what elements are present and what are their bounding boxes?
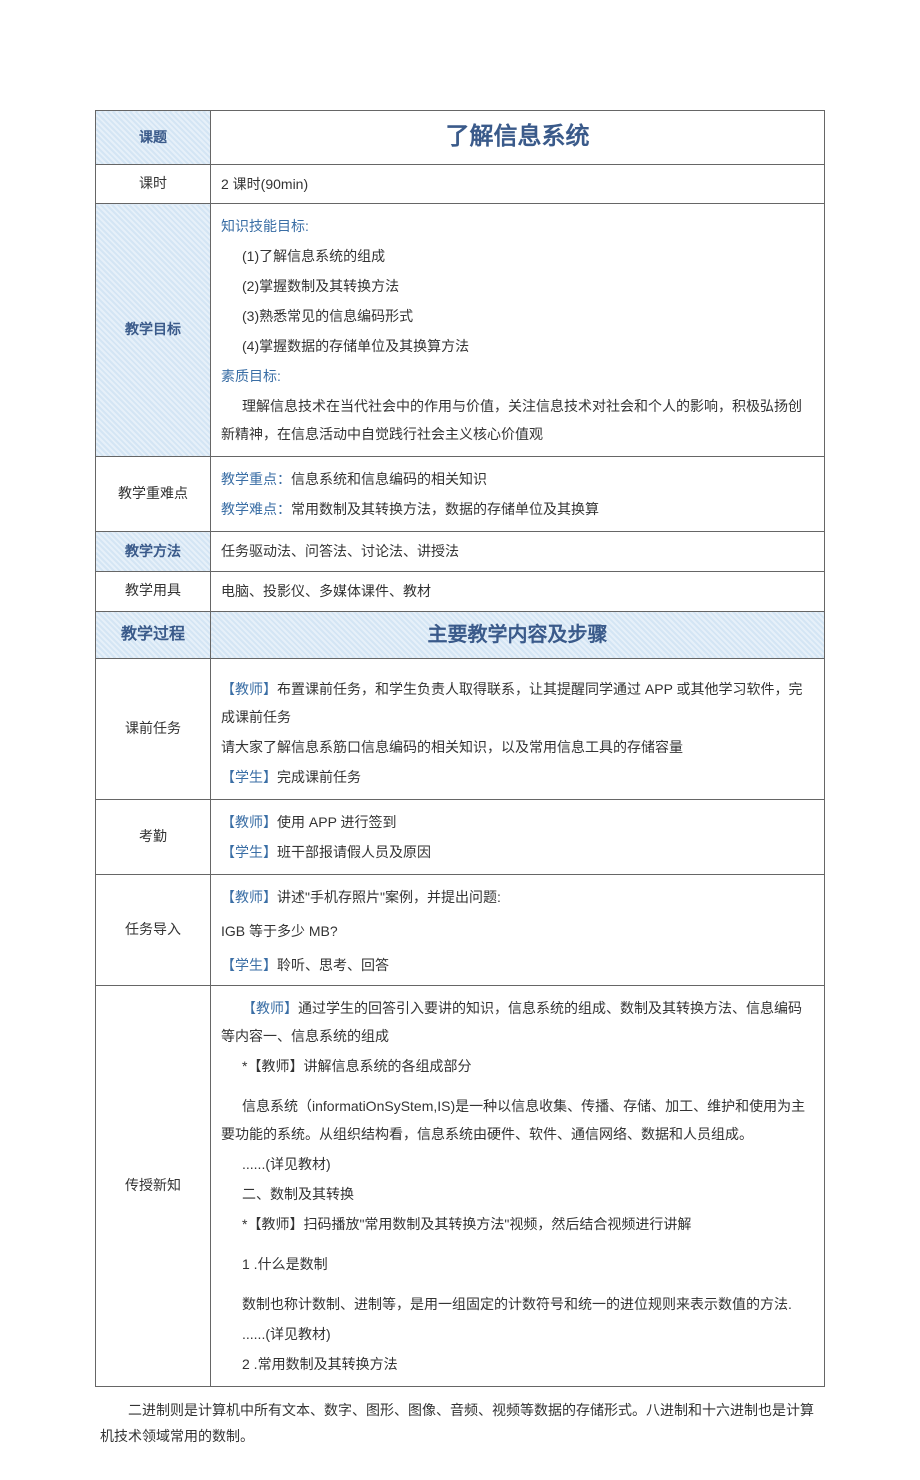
process-header: 主要教学内容及步骤: [211, 611, 825, 658]
intro-s-role: 【学生】: [221, 957, 277, 973]
preclass-t1: 【教师】布置课前任务，和学生负责人取得联系，让其提醒同学通过 APP 或其他学习…: [221, 675, 814, 731]
teach-l3: 信息系统（informatiOnSyStem,IS)是一种以信息收集、传播、存储…: [221, 1092, 814, 1148]
teach-l8: 数制也称计数制、进制等，是用一组固定的计数符号和统一的进位规则来表示数值的方法.: [221, 1290, 814, 1318]
teach-l10: 2 .常用数制及其转换方法: [221, 1350, 814, 1378]
preclass-s1-text: 完成课前任务: [277, 769, 361, 785]
intro-q: IGB 等于多少 MB?: [221, 917, 814, 945]
lesson-plan-table: 课题 了解信息系统 课时 2 课时(90min) 教学目标 知识技能目标: (1…: [95, 110, 825, 1387]
key-text: 信息系统和信息编码的相关知识: [291, 471, 487, 487]
teach-l1-role: 【教师】: [242, 1000, 298, 1016]
preclass-s1: 【学生】完成课前任务: [221, 763, 814, 791]
attendance-label: 考勤: [96, 799, 211, 874]
preclass-label: 课前任务: [96, 658, 211, 799]
keypoints-content: 教学重点：信息系统和信息编码的相关知识 教学难点：常用数制及其转换方法，数据的存…: [211, 457, 825, 532]
teach-l9: ......(详见教材): [221, 1320, 814, 1348]
attendance-s-role: 【学生】: [221, 844, 277, 860]
attendance-s: 【学生】班干部报请假人员及原因: [221, 838, 814, 866]
key-row: 教学重点：信息系统和信息编码的相关知识: [221, 465, 814, 493]
teaching-content: 【教师】通过学生的回答引入要讲的知识，信息系统的组成、数制及其转换方法、信息编码…: [211, 985, 825, 1386]
teach-l6: *【教师】扫码播放"常用数制及其转换方法"视频，然后结合视频进行讲解: [221, 1210, 814, 1238]
attendance-content: 【教师】使用 APP 进行签到 【学生】班干部报请假人员及原因: [211, 799, 825, 874]
diff-label: 教学难点：: [221, 501, 291, 517]
hours-label: 课时: [96, 164, 211, 204]
attendance-s-text: 班干部报请假人员及原因: [277, 844, 431, 860]
footer-paragraph: 二进制则是计算机中所有文本、数字、图形、图像、音频、视频等数据的存储形式。八进制…: [95, 1397, 825, 1450]
intro-s-text: 聆听、思考、回答: [277, 957, 389, 973]
tools-label: 教学用具: [96, 571, 211, 611]
preclass-t1-text: 布置课前任务，和学生负责人取得联系，让其提醒同学通过 APP 或其他学习软件，完…: [221, 681, 803, 725]
intro-t: 【教师】讲述"手机存照片"案例，并提出问题:: [221, 883, 814, 911]
teach-l4: ......(详见教材): [221, 1150, 814, 1178]
preclass-s1-role: 【学生】: [221, 769, 277, 785]
methods-label: 教学方法: [96, 532, 211, 572]
intro-t-role: 【教师】: [221, 889, 277, 905]
preclass-content: 【教师】布置课前任务，和学生负责人取得联系，让其提醒同学通过 APP 或其他学习…: [211, 658, 825, 799]
objectives-label: 教学目标: [96, 204, 211, 457]
teach-l7: 1 .什么是数制: [221, 1250, 814, 1278]
obj-item-4: (4)掌握数据的存储单位及其换算方法: [221, 332, 814, 360]
preclass-t1-role: 【教师】: [221, 681, 277, 697]
methods-value: 任务驱动法、问答法、讨论法、讲授法: [211, 532, 825, 572]
obj-item-2: (2)掌握数制及其转换方法: [221, 272, 814, 300]
attendance-t-role: 【教师】: [221, 814, 277, 830]
intro-t-text: 讲述"手机存照片"案例，并提出问题:: [277, 889, 501, 905]
teach-l5: 二、数制及其转换: [221, 1180, 814, 1208]
obj-item-3: (3)熟悉常见的信息编码形式: [221, 302, 814, 330]
diff-row: 教学难点：常用数制及其转换方法，数据的存储单位及其换算: [221, 495, 814, 523]
teach-l1: 【教师】通过学生的回答引入要讲的知识，信息系统的组成、数制及其转换方法、信息编码…: [221, 994, 814, 1050]
attendance-t-text: 使用 APP 进行签到: [277, 814, 397, 830]
intro-label: 任务导入: [96, 874, 211, 985]
teaching-label: 传授新知: [96, 985, 211, 1386]
key-label: 教学重点：: [221, 471, 291, 487]
topic-label: 课题: [96, 111, 211, 165]
tools-value: 电脑、投影仪、多媒体课件、教材: [211, 571, 825, 611]
process-label: 教学过程: [96, 611, 211, 658]
intro-s: 【学生】聆听、思考、回答: [221, 951, 814, 979]
teach-l1-text: 通过学生的回答引入要讲的知识，信息系统的组成、数制及其转换方法、信息编码等内容一…: [221, 1000, 802, 1044]
intro-content: 【教师】讲述"手机存照片"案例，并提出问题: IGB 等于多少 MB? 【学生】…: [211, 874, 825, 985]
attendance-t: 【教师】使用 APP 进行签到: [221, 808, 814, 836]
objectives-content: 知识技能目标: (1)了解信息系统的组成 (2)掌握数制及其转换方法 (3)熟悉…: [211, 204, 825, 457]
preclass-t2: 请大家了解信息系筋口信息编码的相关知识，以及常用信息工具的存储容量: [221, 733, 814, 761]
topic-value: 了解信息系统: [211, 111, 825, 165]
quality-title: 素质目标:: [221, 362, 814, 390]
teach-l2: *【教师】讲解信息系统的各组成部分: [221, 1052, 814, 1080]
diff-text: 常用数制及其转换方法，数据的存储单位及其换算: [291, 501, 599, 517]
quality-text: 理解信息技术在当代社会中的作用与价值，关注信息技术对社会和个人的影响，积极弘扬创…: [221, 392, 814, 448]
keypoints-label: 教学重难点: [96, 457, 211, 532]
knowledge-title: 知识技能目标:: [221, 212, 814, 240]
hours-value: 2 课时(90min): [211, 164, 825, 204]
obj-item-1: (1)了解信息系统的组成: [221, 242, 814, 270]
